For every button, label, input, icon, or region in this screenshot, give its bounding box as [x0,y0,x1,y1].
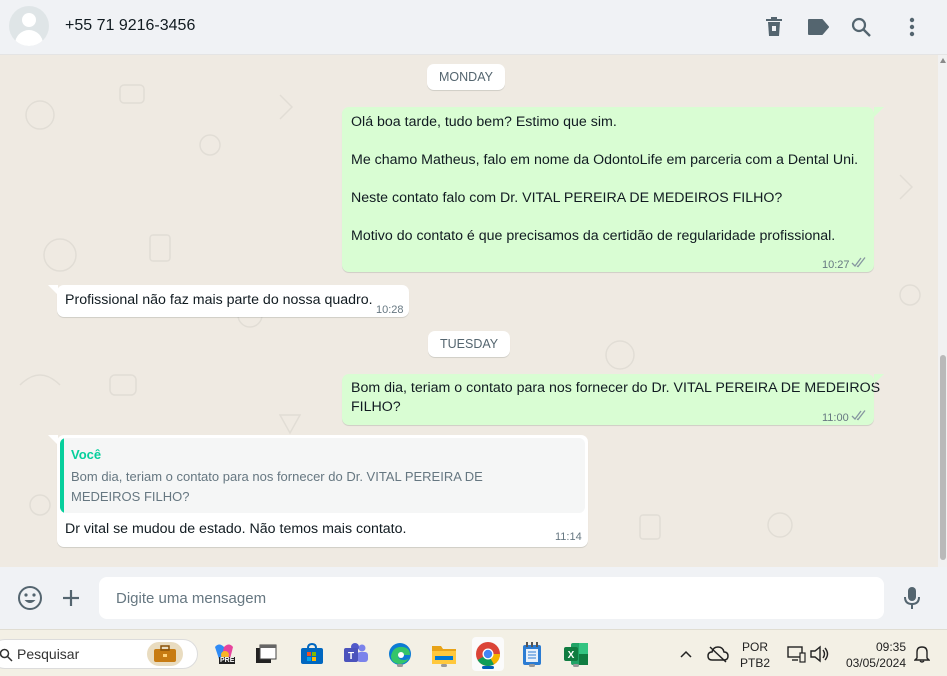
contact-name[interactable]: +55 71 9216-3456 [65,17,195,35]
copilot-icon[interactable]: PRE [209,639,239,669]
message-line: Bom dia, teriam o contato para nos forne… [351,380,881,396]
incoming-bubble-tail [48,435,58,445]
taskbar-search[interactable]: Pesquisar [0,639,198,669]
svg-text:T: T [348,651,354,662]
message-line: Motivo do contato é que precisamos da ce… [351,228,836,244]
date-separator-tuesday: TUESDAY [428,331,511,357]
running-indicator [397,664,403,667]
input-language[interactable]: POR PTB2 [740,639,770,671]
message-composer: Digite uma mensagem [0,567,947,629]
clock-time: 09:35 [875,640,906,654]
message-time: 10:28 [376,304,404,316]
quoted-message[interactable]: Você Bom dia, teriam o contato para nos … [60,438,585,513]
menu-icon[interactable] [899,14,925,40]
incoming-bubble-tail [48,285,58,295]
chat-scrollbar-thumb[interactable] [940,355,946,560]
search-icon[interactable] [848,14,874,40]
volume-icon[interactable] [804,639,834,669]
message-line: FILHO? [351,399,401,415]
running-indicator [441,664,447,667]
chevron-up-icon[interactable] [671,639,701,669]
outgoing-bubble-tail [874,107,884,117]
date-separator-monday: MONDAY [427,64,505,90]
message-text: Dr vital se mudou de estado. Não temos m… [65,521,407,537]
emoji-icon[interactable] [15,583,45,613]
microphone-icon[interactable] [897,583,927,613]
notepad-icon[interactable] [517,639,547,669]
message-text: Profissional não faz mais parte do nossa… [65,292,373,308]
avatar-body [15,30,43,46]
message-time: 11:14 [555,531,582,543]
chat-header: +55 71 9216-3456 [0,0,947,55]
active-indicator [482,666,494,669]
message-input-placeholder: Digite uma mensagem [116,590,267,607]
taskbar-search-label: Pesquisar [17,646,80,662]
plus-icon[interactable] [56,583,86,613]
running-indicator [573,664,579,667]
contact-avatar[interactable] [9,6,49,46]
search-icon [0,648,13,662]
clock-date: 03/05/2024 [845,656,906,670]
quote-text: Bom dia, teriam o contato para nos forne… [71,469,483,504]
outgoing-message-1[interactable]: Olá boa tarde, tudo bem? Estimo que sim.… [342,107,874,272]
file-explorer-icon[interactable] [429,639,459,669]
windows-taskbar: Pesquisar PRE T X POR PTB2 09:35 03/05/2… [0,629,947,676]
read-ticks-icon [851,410,866,421]
clock[interactable]: 09:35 03/05/2024 [840,639,906,671]
teams-icon[interactable]: T [341,639,371,669]
message-time: 11:00 [822,412,849,424]
quote-accent-bar [60,438,64,513]
svg-text:X: X [568,650,575,661]
outgoing-bubble-tail [874,374,884,384]
message-line: Neste contato falo com Dr. VITAL PEREIRA… [351,190,783,206]
avatar-head [22,13,36,27]
notification-bell-icon[interactable] [907,639,937,669]
window-icon[interactable] [251,639,281,669]
keyboard-layout: PTB2 [740,656,771,670]
store-icon[interactable] [297,639,327,669]
label-icon[interactable] [805,14,831,40]
incoming-message-1[interactable]: Profissional não faz mais parte do nossa… [57,285,409,317]
cloud-offline-icon[interactable] [703,639,733,669]
message-time: 10:27 [822,259,850,271]
language-code: POR [742,640,769,654]
message-line: Me chamo Matheus, falo em nome da Odonto… [351,152,859,168]
read-ticks-icon [851,257,866,268]
message-line: Olá boa tarde, tudo bem? Estimo que sim. [351,114,617,130]
quote-author: Você [71,447,102,462]
outgoing-message-2[interactable]: Bom dia, teriam o contato para nos forne… [342,374,880,425]
delete-icon[interactable] [761,14,787,40]
running-indicator [529,664,535,667]
message-input[interactable]: Digite uma mensagem [99,577,884,619]
briefcase-icon[interactable] [147,642,183,666]
chrome-icon[interactable] [472,637,504,671]
scroll-up-arrow-icon[interactable] [940,58,946,63]
excel-icon[interactable]: X [561,639,591,669]
pre-badge: PRE [219,657,236,664]
edge-icon[interactable] [385,639,415,669]
